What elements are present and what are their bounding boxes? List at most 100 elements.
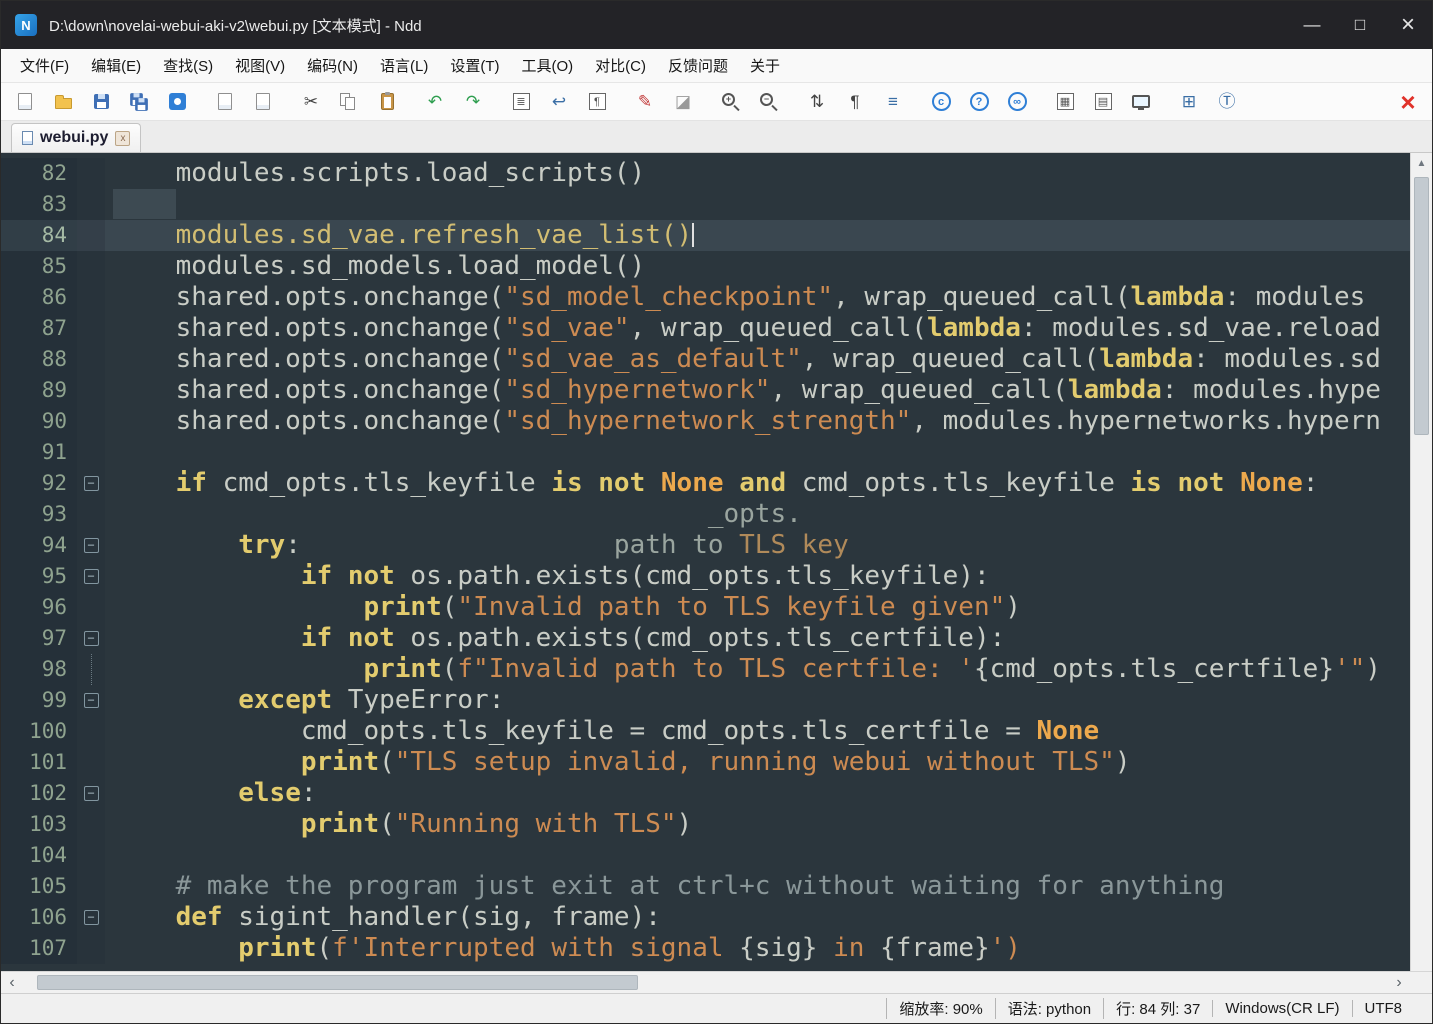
fold-toggle-icon[interactable]: − bbox=[84, 631, 99, 646]
fold-toggle-icon[interactable]: − bbox=[84, 476, 99, 491]
save-all-icon[interactable] bbox=[127, 90, 151, 114]
menu-about[interactable]: 关于 bbox=[739, 50, 791, 81]
hex-view-icon[interactable]: ≣ bbox=[509, 90, 533, 114]
menu-compare[interactable]: 对比(C) bbox=[584, 50, 657, 81]
code-line-94[interactable]: 94− try: path to TLS key bbox=[1, 530, 1410, 561]
tab-close-icon[interactable]: x bbox=[115, 131, 130, 146]
text-mode-badge-icon[interactable] bbox=[165, 90, 189, 114]
fold-toggle-icon[interactable]: − bbox=[84, 693, 99, 708]
maximize-button[interactable]: □ bbox=[1336, 1, 1384, 49]
code-line-85[interactable]: 85 modules.sd_models.load_model() bbox=[1, 251, 1410, 282]
help-icon[interactable]: ? bbox=[967, 90, 991, 114]
monitor-view-icon[interactable] bbox=[1129, 90, 1153, 114]
paste-icon[interactable] bbox=[375, 90, 399, 114]
code-line-88[interactable]: 88 shared.opts.onchange("sd_vae_as_defau… bbox=[1, 344, 1410, 375]
code-line-95[interactable]: 95− if not os.path.exists(cmd_opts.tls_k… bbox=[1, 561, 1410, 592]
code-line-98[interactable]: 98 print(f"Invalid path to TLS certfile:… bbox=[1, 654, 1410, 685]
code-text: shared.opts.onchange("sd_vae", wrap_queu… bbox=[105, 313, 1410, 344]
text-format-icon[interactable]: Ⓣ bbox=[1215, 90, 1239, 114]
fold-toggle-icon[interactable]: − bbox=[84, 786, 99, 801]
mark-pen-icon[interactable]: ✎ bbox=[633, 90, 657, 114]
horizontal-scroll-thumb[interactable] bbox=[37, 975, 638, 990]
menu-feedback[interactable]: 反馈问题 bbox=[657, 50, 739, 81]
fold-toggle-icon[interactable]: − bbox=[84, 538, 99, 553]
paragraph-mark-icon[interactable]: ¶ bbox=[843, 90, 867, 114]
code-line-82[interactable]: 82 modules.scripts.load_scripts() bbox=[1, 158, 1410, 189]
code-line-97[interactable]: 97− if not os.path.exists(cmd_opts.tls_c… bbox=[1, 623, 1410, 654]
open-file-icon[interactable] bbox=[51, 90, 75, 114]
redo-icon[interactable]: ↷ bbox=[461, 90, 485, 114]
code-line-106[interactable]: 106− def sigint_handler(sig, frame): bbox=[1, 902, 1410, 933]
show-symbols-icon[interactable]: ¶ bbox=[585, 90, 609, 114]
cut-icon[interactable]: ✂ bbox=[299, 90, 323, 114]
reload-file-icon[interactable] bbox=[251, 90, 275, 114]
horizontal-scroll-track[interactable] bbox=[23, 972, 1388, 993]
code-line-105[interactable]: 105 # make the program just exit at ctrl… bbox=[1, 871, 1410, 902]
scroll-left-icon[interactable]: ‹ bbox=[1, 972, 23, 993]
code-line-101[interactable]: 101 print("TLS setup invalid, running we… bbox=[1, 747, 1410, 778]
menu-edit[interactable]: 编辑(E) bbox=[80, 50, 152, 81]
code-line-86[interactable]: 86 shared.opts.onchange("sd_model_checkp… bbox=[1, 282, 1410, 313]
code-line-87[interactable]: 87 shared.opts.onchange("sd_vae", wrap_q… bbox=[1, 313, 1410, 344]
fold-toggle-icon[interactable]: − bbox=[84, 910, 99, 925]
fold-column bbox=[77, 499, 105, 530]
code-line-89[interactable]: 89 shared.opts.onchange("sd_hypernetwork… bbox=[1, 375, 1410, 406]
code-line-102[interactable]: 102− else: bbox=[1, 778, 1410, 809]
horizontal-scrollbar[interactable]: ‹ › bbox=[1, 971, 1432, 993]
code-line-96[interactable]: 96 print("Invalid path to TLS keyfile gi… bbox=[1, 592, 1410, 623]
menu-encoding[interactable]: 编码(N) bbox=[296, 50, 369, 81]
line-number: 88 bbox=[1, 344, 77, 375]
token: "sd_hypernetwork" bbox=[504, 375, 770, 405]
split-view-icon[interactable]: ▦ bbox=[1053, 90, 1077, 114]
code-editor[interactable]: 82 modules.scripts.load_scripts()83 84 m… bbox=[1, 153, 1410, 971]
menu-tools[interactable]: 工具(O) bbox=[510, 50, 584, 81]
file-list-icon[interactable]: ▤ bbox=[1091, 90, 1115, 114]
menu-file[interactable]: 文件(F) bbox=[9, 50, 80, 81]
new-file-icon[interactable] bbox=[13, 90, 37, 114]
eraser-icon[interactable]: ◪ bbox=[671, 90, 695, 114]
vertical-scrollbar[interactable]: ▲ bbox=[1410, 153, 1432, 971]
code-line-104[interactable]: 104 bbox=[1, 840, 1410, 871]
menu-settings[interactable]: 设置(T) bbox=[439, 50, 510, 81]
plugin-icon[interactable]: ⊞ bbox=[1177, 90, 1201, 114]
word-wrap-icon[interactable]: ↩ bbox=[547, 90, 571, 114]
zoom-in-icon[interactable]: + bbox=[719, 90, 743, 114]
menu-search[interactable]: 查找(S) bbox=[152, 50, 224, 81]
vertical-scroll-thumb[interactable] bbox=[1414, 177, 1429, 435]
line-number: 87 bbox=[1, 313, 77, 344]
code-line-100[interactable]: 100 cmd_opts.tls_keyfile = cmd_opts.tls_… bbox=[1, 716, 1410, 747]
feedback-icon[interactable]: ∞ bbox=[1005, 90, 1029, 114]
close-panel-icon[interactable]: × bbox=[1396, 90, 1420, 114]
code-line-84[interactable]: 84 modules.sd_vae.refresh_vae_list() bbox=[1, 220, 1410, 251]
code-line-103[interactable]: 103 print("Running with TLS") bbox=[1, 809, 1410, 840]
minimize-button[interactable]: — bbox=[1288, 1, 1336, 49]
token bbox=[113, 623, 301, 653]
fold-toggle-icon[interactable]: − bbox=[84, 569, 99, 584]
code-line-93[interactable]: 93 _opts. bbox=[1, 499, 1410, 530]
save-file-icon[interactable] bbox=[89, 90, 113, 114]
code-line-83[interactable]: 83 bbox=[1, 189, 1410, 220]
menu-language[interactable]: 语言(L) bbox=[369, 50, 439, 81]
code-line-90[interactable]: 90 shared.opts.onchange("sd_hypernetwork… bbox=[1, 406, 1410, 437]
fold-column: − bbox=[77, 778, 105, 809]
sort-lines-icon[interactable]: ⇅ bbox=[805, 90, 829, 114]
menu-view[interactable]: 视图(V) bbox=[224, 50, 296, 81]
token bbox=[1162, 468, 1178, 498]
zoom-out-icon[interactable]: − bbox=[757, 90, 781, 114]
undo-icon[interactable]: ↶ bbox=[423, 90, 447, 114]
code-line-99[interactable]: 99− except TypeError: bbox=[1, 685, 1410, 716]
token: lambda bbox=[1099, 344, 1193, 374]
print-icon[interactable] bbox=[213, 90, 237, 114]
token: modules.scripts.load_scripts() bbox=[113, 158, 645, 188]
code-line-91[interactable]: 91 bbox=[1, 437, 1410, 468]
line-number: 91 bbox=[1, 437, 77, 468]
indent-guide-icon[interactable]: ≡ bbox=[881, 90, 905, 114]
scroll-up-icon[interactable]: ▲ bbox=[1411, 153, 1432, 173]
code-line-92[interactable]: 92− if cmd_opts.tls_keyfile is not None … bbox=[1, 468, 1410, 499]
copy-icon[interactable] bbox=[337, 90, 361, 114]
copyright-info-icon[interactable]: c bbox=[929, 90, 953, 114]
tab-webui-py[interactable]: webui.py x bbox=[11, 123, 141, 152]
close-window-button[interactable]: × bbox=[1384, 1, 1432, 49]
code-line-107[interactable]: 107 print(f'Interrupted with signal {sig… bbox=[1, 933, 1410, 964]
scroll-right-icon[interactable]: › bbox=[1388, 972, 1410, 993]
